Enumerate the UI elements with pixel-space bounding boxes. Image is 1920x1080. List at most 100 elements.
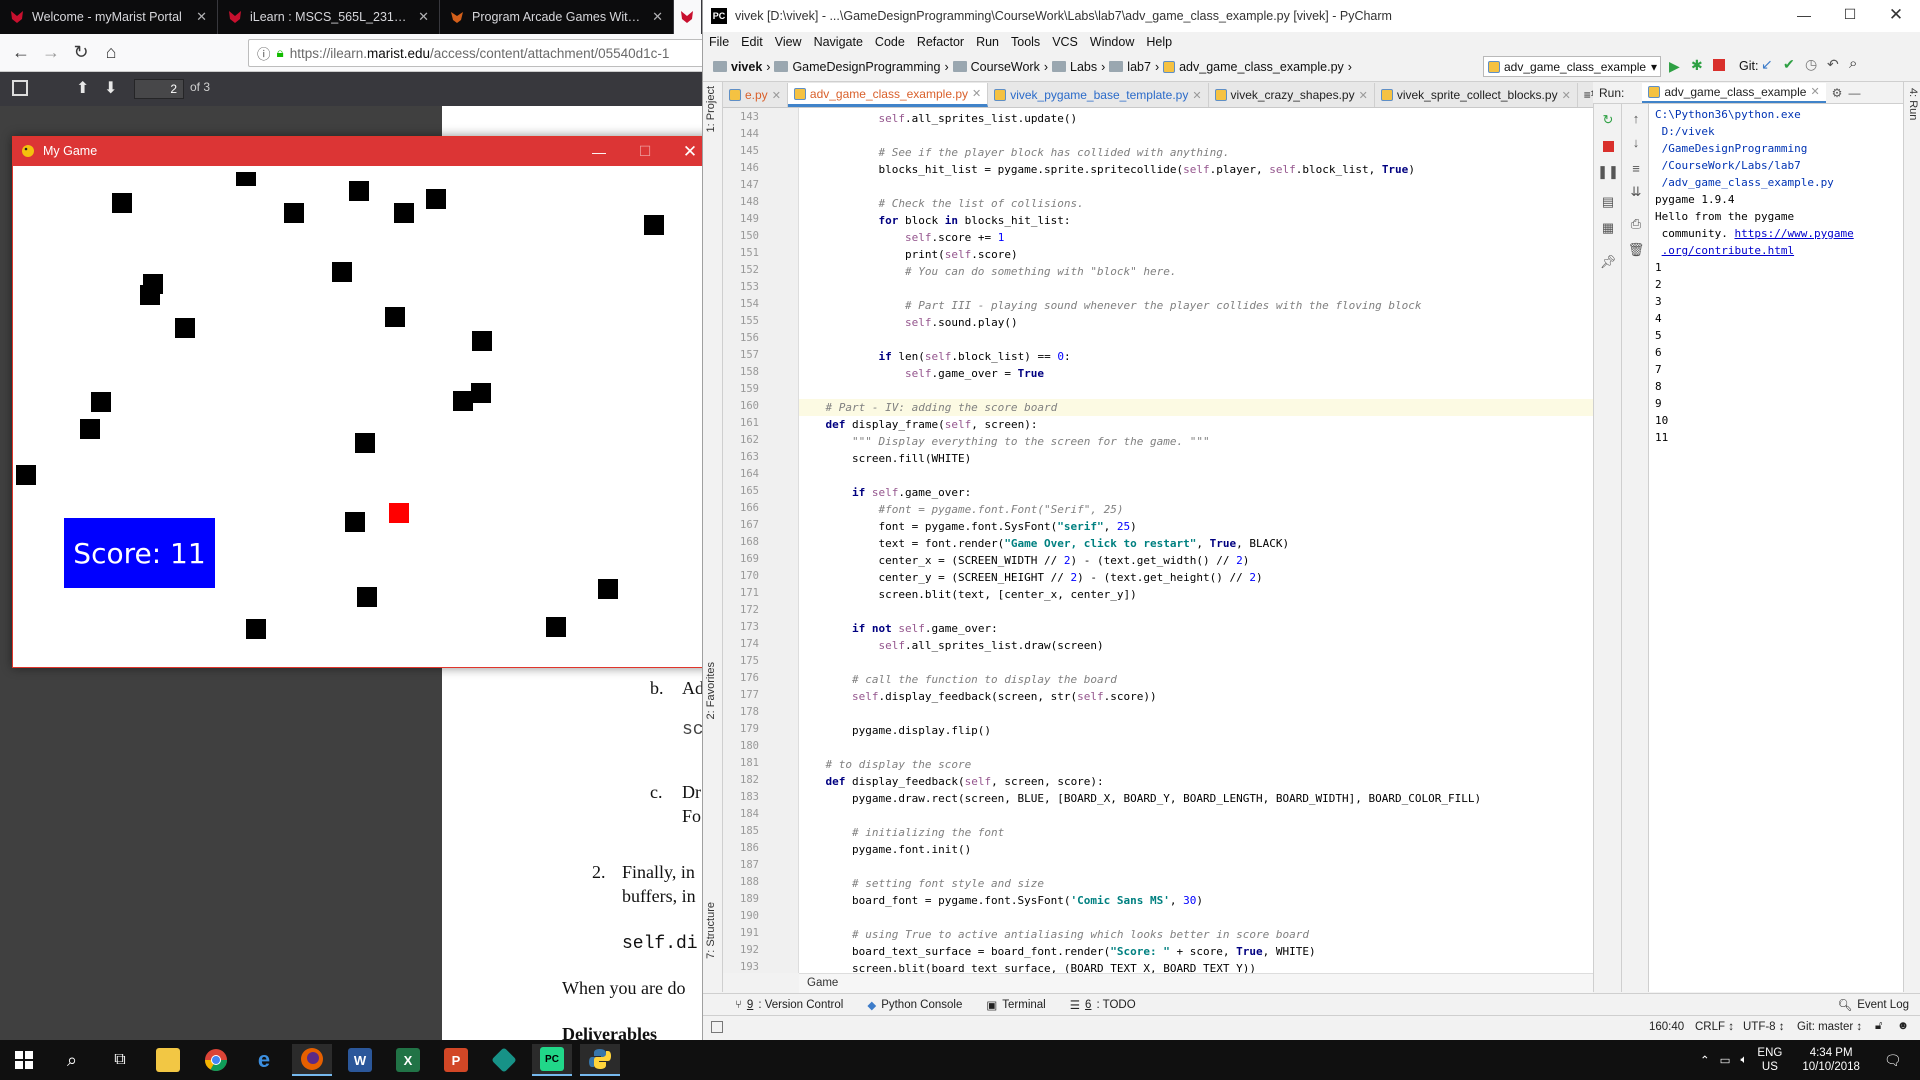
code-line[interactable]: # initializing the font bbox=[799, 824, 1593, 841]
pycharm-icon[interactable]: PC bbox=[532, 1044, 572, 1076]
menu-tools[interactable]: Tools bbox=[1005, 35, 1046, 49]
chevron-up-icon[interactable]: ⌃ bbox=[1700, 1053, 1710, 1067]
run-tab[interactable]: adv_game_class_example ✕ bbox=[1642, 82, 1826, 103]
menu-refactor[interactable]: Refactor bbox=[911, 35, 970, 49]
code-line[interactable] bbox=[799, 127, 1593, 144]
rerun-icon[interactable]: ↻ bbox=[1600, 112, 1616, 128]
console-link[interactable]: .org/contribute.html bbox=[1662, 244, 1794, 257]
close-icon[interactable]: ✕ bbox=[418, 9, 429, 25]
game-canvas[interactable]: Score: 11 bbox=[14, 167, 714, 667]
code-line[interactable]: screen.fill(WHITE) bbox=[799, 450, 1593, 467]
code-line[interactable]: # Part III - playing sound whenever the … bbox=[799, 297, 1593, 314]
code-line[interactable] bbox=[799, 467, 1593, 484]
pause-icon[interactable]: ❚❚ bbox=[1597, 164, 1619, 180]
code-line[interactable]: # You can do something with "block" here… bbox=[799, 263, 1593, 280]
run-console[interactable]: C:\Python36\python.exe D:/vivek /GameDes… bbox=[1649, 104, 1903, 992]
dump-threads-icon[interactable]: ▦ bbox=[1600, 220, 1616, 236]
code-line[interactable]: if not self.game_over: bbox=[799, 620, 1593, 637]
code-line[interactable]: screen.blit(board_text_surface, (BOARD_T… bbox=[799, 960, 1593, 973]
code-line[interactable]: pygame.draw.rect(screen, BLUE, [BOARD_X,… bbox=[799, 790, 1593, 807]
soft-wrap-icon[interactable]: ≡ bbox=[1628, 160, 1644, 176]
url-bar[interactable]: ⓘ 🔒︎ https://ilearn.marist.edu/access/co… bbox=[248, 39, 708, 67]
caret-position[interactable]: 160:40 bbox=[1649, 1021, 1684, 1033]
python-console-tool[interactable]: ◆ Python Console bbox=[855, 998, 974, 1012]
code-line[interactable]: for block in blocks_hit_list: bbox=[799, 212, 1593, 229]
code-line[interactable]: text = font.render("Game Over, click to … bbox=[799, 535, 1593, 552]
clock[interactable]: 4:34 PM 10/10/2018 bbox=[1802, 1046, 1860, 1074]
more-tabs-button[interactable]: ≡¹ bbox=[1578, 83, 1593, 107]
tab-project[interactable]: 1: Project bbox=[705, 86, 717, 132]
code-line[interactable]: # Check the list of collisions. bbox=[799, 195, 1593, 212]
pycharm-titlebar[interactable]: PC vivek [D:\vivek] - ...\GameDesignProg… bbox=[703, 0, 1920, 32]
editor-breadcrumb[interactable]: Game bbox=[799, 973, 1593, 993]
menu-edit[interactable]: Edit bbox=[735, 35, 769, 49]
code-line[interactable]: self.display_feedback(screen, str(self.s… bbox=[799, 688, 1593, 705]
code-line[interactable]: self.sound.play() bbox=[799, 314, 1593, 331]
code-line[interactable]: board_font = pygame.font.SysFont('Comic … bbox=[799, 892, 1593, 909]
code-line[interactable]: def display_frame(self, screen): bbox=[799, 416, 1593, 433]
git-branch[interactable]: Git: master ↕ bbox=[1797, 1021, 1862, 1033]
notification-icon[interactable]: 🗨︎ bbox=[1884, 1052, 1902, 1069]
search-icon[interactable]: ⌕ bbox=[1849, 55, 1857, 72]
volume-icon[interactable]: 🔈︎ bbox=[1741, 1054, 1748, 1067]
code-line[interactable]: screen.blit(text, [center_x, center_y]) bbox=[799, 586, 1593, 603]
powerpoint-icon[interactable]: P bbox=[436, 1044, 476, 1076]
browser-tab-active[interactable] bbox=[674, 0, 702, 34]
close-icon[interactable]: ✕ bbox=[772, 89, 781, 102]
down-arrow-icon[interactable]: ↓ bbox=[1628, 134, 1644, 150]
game-titlebar[interactable]: My Game — ☐ ✕ bbox=[13, 137, 713, 166]
breadcrumb-item[interactable]: Labs bbox=[1048, 60, 1101, 74]
home-icon[interactable]: ⌂ bbox=[96, 38, 126, 68]
code-line[interactable]: blocks_hit_list = pygame.sprite.spriteco… bbox=[799, 161, 1593, 178]
editor-tab[interactable]: vivek_pygame_base_template.py ✕ bbox=[988, 83, 1209, 107]
lock-icon[interactable]: 🔓︎ bbox=[1875, 1020, 1882, 1033]
file-explorer-icon[interactable] bbox=[148, 1044, 188, 1076]
history-icon[interactable]: ◷ bbox=[1805, 56, 1817, 73]
maximize-icon[interactable]: ☐ bbox=[1827, 0, 1873, 29]
code-line[interactable] bbox=[799, 807, 1593, 824]
chrome-icon[interactable] bbox=[196, 1044, 236, 1076]
search-icon[interactable]: ⌕ bbox=[52, 1044, 92, 1076]
debug-icon[interactable]: ✱ bbox=[1691, 57, 1703, 74]
menu-code[interactable]: Code bbox=[869, 35, 911, 49]
code-line[interactable]: # setting font style and size bbox=[799, 875, 1593, 892]
player-block[interactable] bbox=[389, 503, 409, 523]
code-line[interactable]: print(self.score) bbox=[799, 246, 1593, 263]
editor-tab[interactable]: vivek_sprite_collect_blocks.py ✕ bbox=[1375, 83, 1578, 107]
code-line[interactable]: if len(self.block_list) == 0: bbox=[799, 348, 1593, 365]
menu-file[interactable]: File bbox=[703, 35, 735, 49]
close-icon[interactable]: ✕ bbox=[1810, 85, 1819, 98]
code-line[interactable] bbox=[799, 654, 1593, 671]
code-line[interactable]: #font = pygame.font.Font("Serif", 25) bbox=[799, 501, 1593, 518]
code-line[interactable] bbox=[799, 382, 1593, 399]
close-icon[interactable]: ✕ bbox=[1192, 89, 1201, 102]
close-icon[interactable]: ✕ bbox=[652, 9, 663, 25]
terminal-tool[interactable]: ▣ Terminal bbox=[974, 998, 1057, 1012]
code-line[interactable]: def display_feedback(self, screen, score… bbox=[799, 773, 1593, 790]
stop-icon[interactable] bbox=[1713, 59, 1725, 71]
code-line[interactable]: font = pygame.font.SysFont("serif", 25) bbox=[799, 518, 1593, 535]
browser-tab[interactable]: Welcome - myMarist Portal ✕ bbox=[0, 0, 218, 34]
editor-tab[interactable]: e.py ✕ bbox=[723, 83, 788, 107]
code-line[interactable] bbox=[799, 705, 1593, 722]
console-link[interactable]: https://www.pygame bbox=[1734, 227, 1853, 240]
menu-run[interactable]: Run bbox=[970, 35, 1005, 49]
breadcrumb-item[interactable]: CourseWork bbox=[949, 60, 1044, 74]
scroll-to-end-icon[interactable]: ⇊ bbox=[1628, 184, 1644, 200]
reload-icon[interactable]: ↻ bbox=[66, 38, 96, 68]
browser-tab[interactable]: iLearn : MSCS_565L_231_18F : A ✕ bbox=[218, 0, 440, 34]
code-line[interactable] bbox=[799, 858, 1593, 875]
code-line[interactable]: board_text_surface = board_font.render("… bbox=[799, 943, 1593, 960]
maximize-icon[interactable]: ☐ bbox=[622, 137, 668, 166]
code-line[interactable]: # using True to active antialiasing whic… bbox=[799, 926, 1593, 943]
gitkraken-icon[interactable] bbox=[484, 1044, 524, 1076]
inspector-face-icon[interactable]: ☻ bbox=[1897, 1020, 1909, 1032]
excel-icon[interactable]: X bbox=[388, 1044, 428, 1076]
code-line[interactable] bbox=[799, 909, 1593, 926]
pdf-page-input[interactable]: 2 bbox=[134, 79, 184, 99]
close-icon[interactable]: ✕ bbox=[1359, 89, 1368, 102]
menu-vcs[interactable]: VCS bbox=[1046, 35, 1084, 49]
python-icon[interactable] bbox=[580, 1044, 620, 1076]
network-icon[interactable]: ▭ bbox=[1720, 1053, 1731, 1067]
layout-icon[interactable]: ▤ bbox=[1600, 194, 1616, 210]
